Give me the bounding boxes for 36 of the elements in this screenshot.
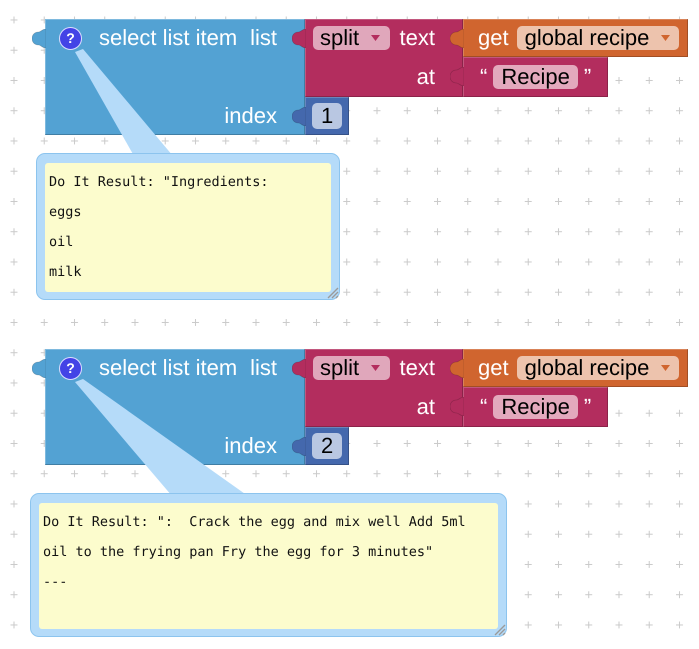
dropdown-arrow-icon [371,35,380,41]
input-label: text [400,27,435,49]
block-label: get [478,357,509,379]
connector-tab-icon [292,29,306,48]
split-dropdown[interactable]: split [313,26,390,50]
variable-dropdown[interactable]: global recipe [516,356,680,380]
input-label: text [400,357,435,379]
input-label: at [416,66,435,88]
quote-mark: ” [584,66,592,88]
input-label: index [224,105,277,127]
dropdown-arrow-icon [661,35,670,41]
text-field[interactable]: Recipe [493,395,578,419]
resize-handle-icon[interactable] [325,285,339,299]
number-field[interactable]: 1 [312,103,342,129]
input-label: at [416,396,435,418]
variable-dropdown[interactable]: global recipe [516,26,680,50]
connector-tab-icon [292,359,306,378]
dropdown-arrow-icon [371,365,380,371]
resize-handle-icon[interactable] [492,622,506,636]
number-field[interactable]: 2 [312,433,342,459]
split-dropdown[interactable]: split [313,356,390,380]
dropdown-arrow-icon [661,365,670,371]
block-title: select list item [99,357,238,379]
connector-tab-icon [32,359,46,378]
quote-mark: ” [584,396,592,418]
result-text: Do It Result: "Ingredients: eggs oil milk [45,163,331,292]
quote-mark: “ [480,66,488,88]
input-label: list [250,357,277,379]
input-label: list [250,27,277,49]
quote-mark: “ [480,396,488,418]
block-title: select list item [99,27,238,49]
block-label: get [478,27,509,49]
result-text: Do It Result: ": Crack the egg and mix well Add 5ml oil to the frying pan Fry the egg for 3 minutes" --- [39,503,498,629]
text-field[interactable]: Recipe [493,65,578,89]
connector-tab-icon [32,29,46,48]
input-label: index [224,435,277,457]
